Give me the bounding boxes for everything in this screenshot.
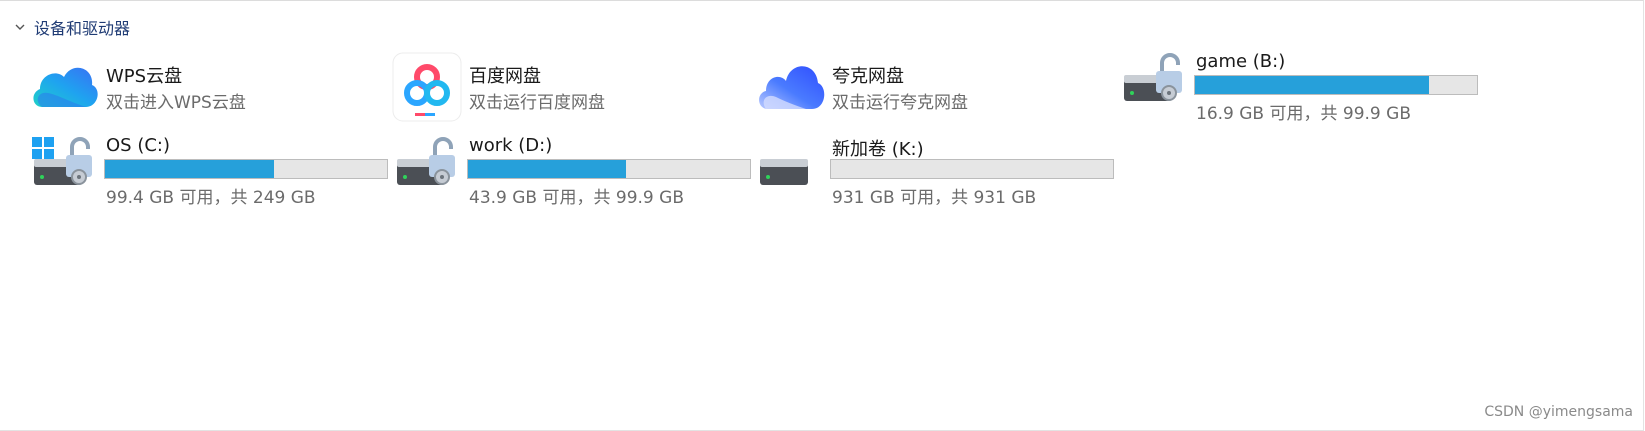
drive-item-d[interactable]: work (D:) 43.9 GB 可用，共 99.9 GB xyxy=(391,133,751,213)
drive-space-text: 16.9 GB 可用，共 99.9 GB xyxy=(1196,104,1411,124)
quark-netdisk-icon xyxy=(754,51,826,123)
section-title: 设备和驱动器 xyxy=(34,19,131,38)
drive-item-k[interactable]: 新加卷 (K:) 931 GB 可用，共 931 GB xyxy=(754,133,1114,213)
drive-icon xyxy=(754,133,826,205)
drive-name: OS (C:) xyxy=(106,135,170,156)
wps-cloud-icon xyxy=(28,51,100,123)
drive-usage-fill xyxy=(1195,76,1430,94)
wps-cloud-item[interactable]: WPS云盘 双击进入WPS云盘 xyxy=(28,51,388,131)
drive-space-text: 43.9 GB 可用，共 99.9 GB xyxy=(469,188,684,208)
drive-usage-bar xyxy=(467,159,751,179)
drive-name: game (B:) xyxy=(1196,51,1286,72)
explorer-pane: 设备和驱动器 WPS云盘 双击进入WPS云盘 百度网盘 双击运行百度网盘 夸克网… xyxy=(0,0,1644,431)
drive-item-b[interactable]: game (B:) 16.9 GB 可用，共 99.9 GB xyxy=(1118,49,1478,129)
item-subtitle: 双击进入WPS云盘 xyxy=(106,93,246,113)
item-title: WPS云盘 xyxy=(106,66,183,87)
drive-usage-bar xyxy=(104,159,388,179)
drive-item-c[interactable]: OS (C:) 99.4 GB 可用，共 249 GB xyxy=(28,133,388,213)
drive-usage-fill xyxy=(468,160,627,178)
chevron-down-icon[interactable] xyxy=(14,21,26,33)
item-subtitle: 双击运行夸克网盘 xyxy=(832,93,968,113)
drive-usage-bar xyxy=(1194,75,1478,95)
section-header-devices[interactable]: 设备和驱动器 xyxy=(14,15,130,39)
watermark: CSDN @yimengsama xyxy=(1484,404,1633,420)
drive-name: work (D:) xyxy=(469,135,553,156)
drive-space-text: 99.4 GB 可用，共 249 GB xyxy=(106,188,316,208)
drive-usage-bar xyxy=(830,159,1114,179)
drive-usage-fill xyxy=(105,160,275,178)
baidu-netdisk-icon xyxy=(391,51,463,123)
locked-drive-icon xyxy=(391,133,463,205)
drive-space-text: 931 GB 可用，共 931 GB xyxy=(832,188,1037,208)
windows-locked-drive-icon xyxy=(28,133,100,205)
drive-name: 新加卷 (K:) xyxy=(832,139,924,160)
locked-drive-icon xyxy=(1118,49,1190,121)
item-title: 夸克网盘 xyxy=(832,66,904,87)
quark-netdisk-item[interactable]: 夸克网盘 双击运行夸克网盘 xyxy=(754,51,1114,131)
item-title: 百度网盘 xyxy=(469,66,541,87)
baidu-netdisk-item[interactable]: 百度网盘 双击运行百度网盘 xyxy=(391,51,751,131)
item-subtitle: 双击运行百度网盘 xyxy=(469,93,605,113)
